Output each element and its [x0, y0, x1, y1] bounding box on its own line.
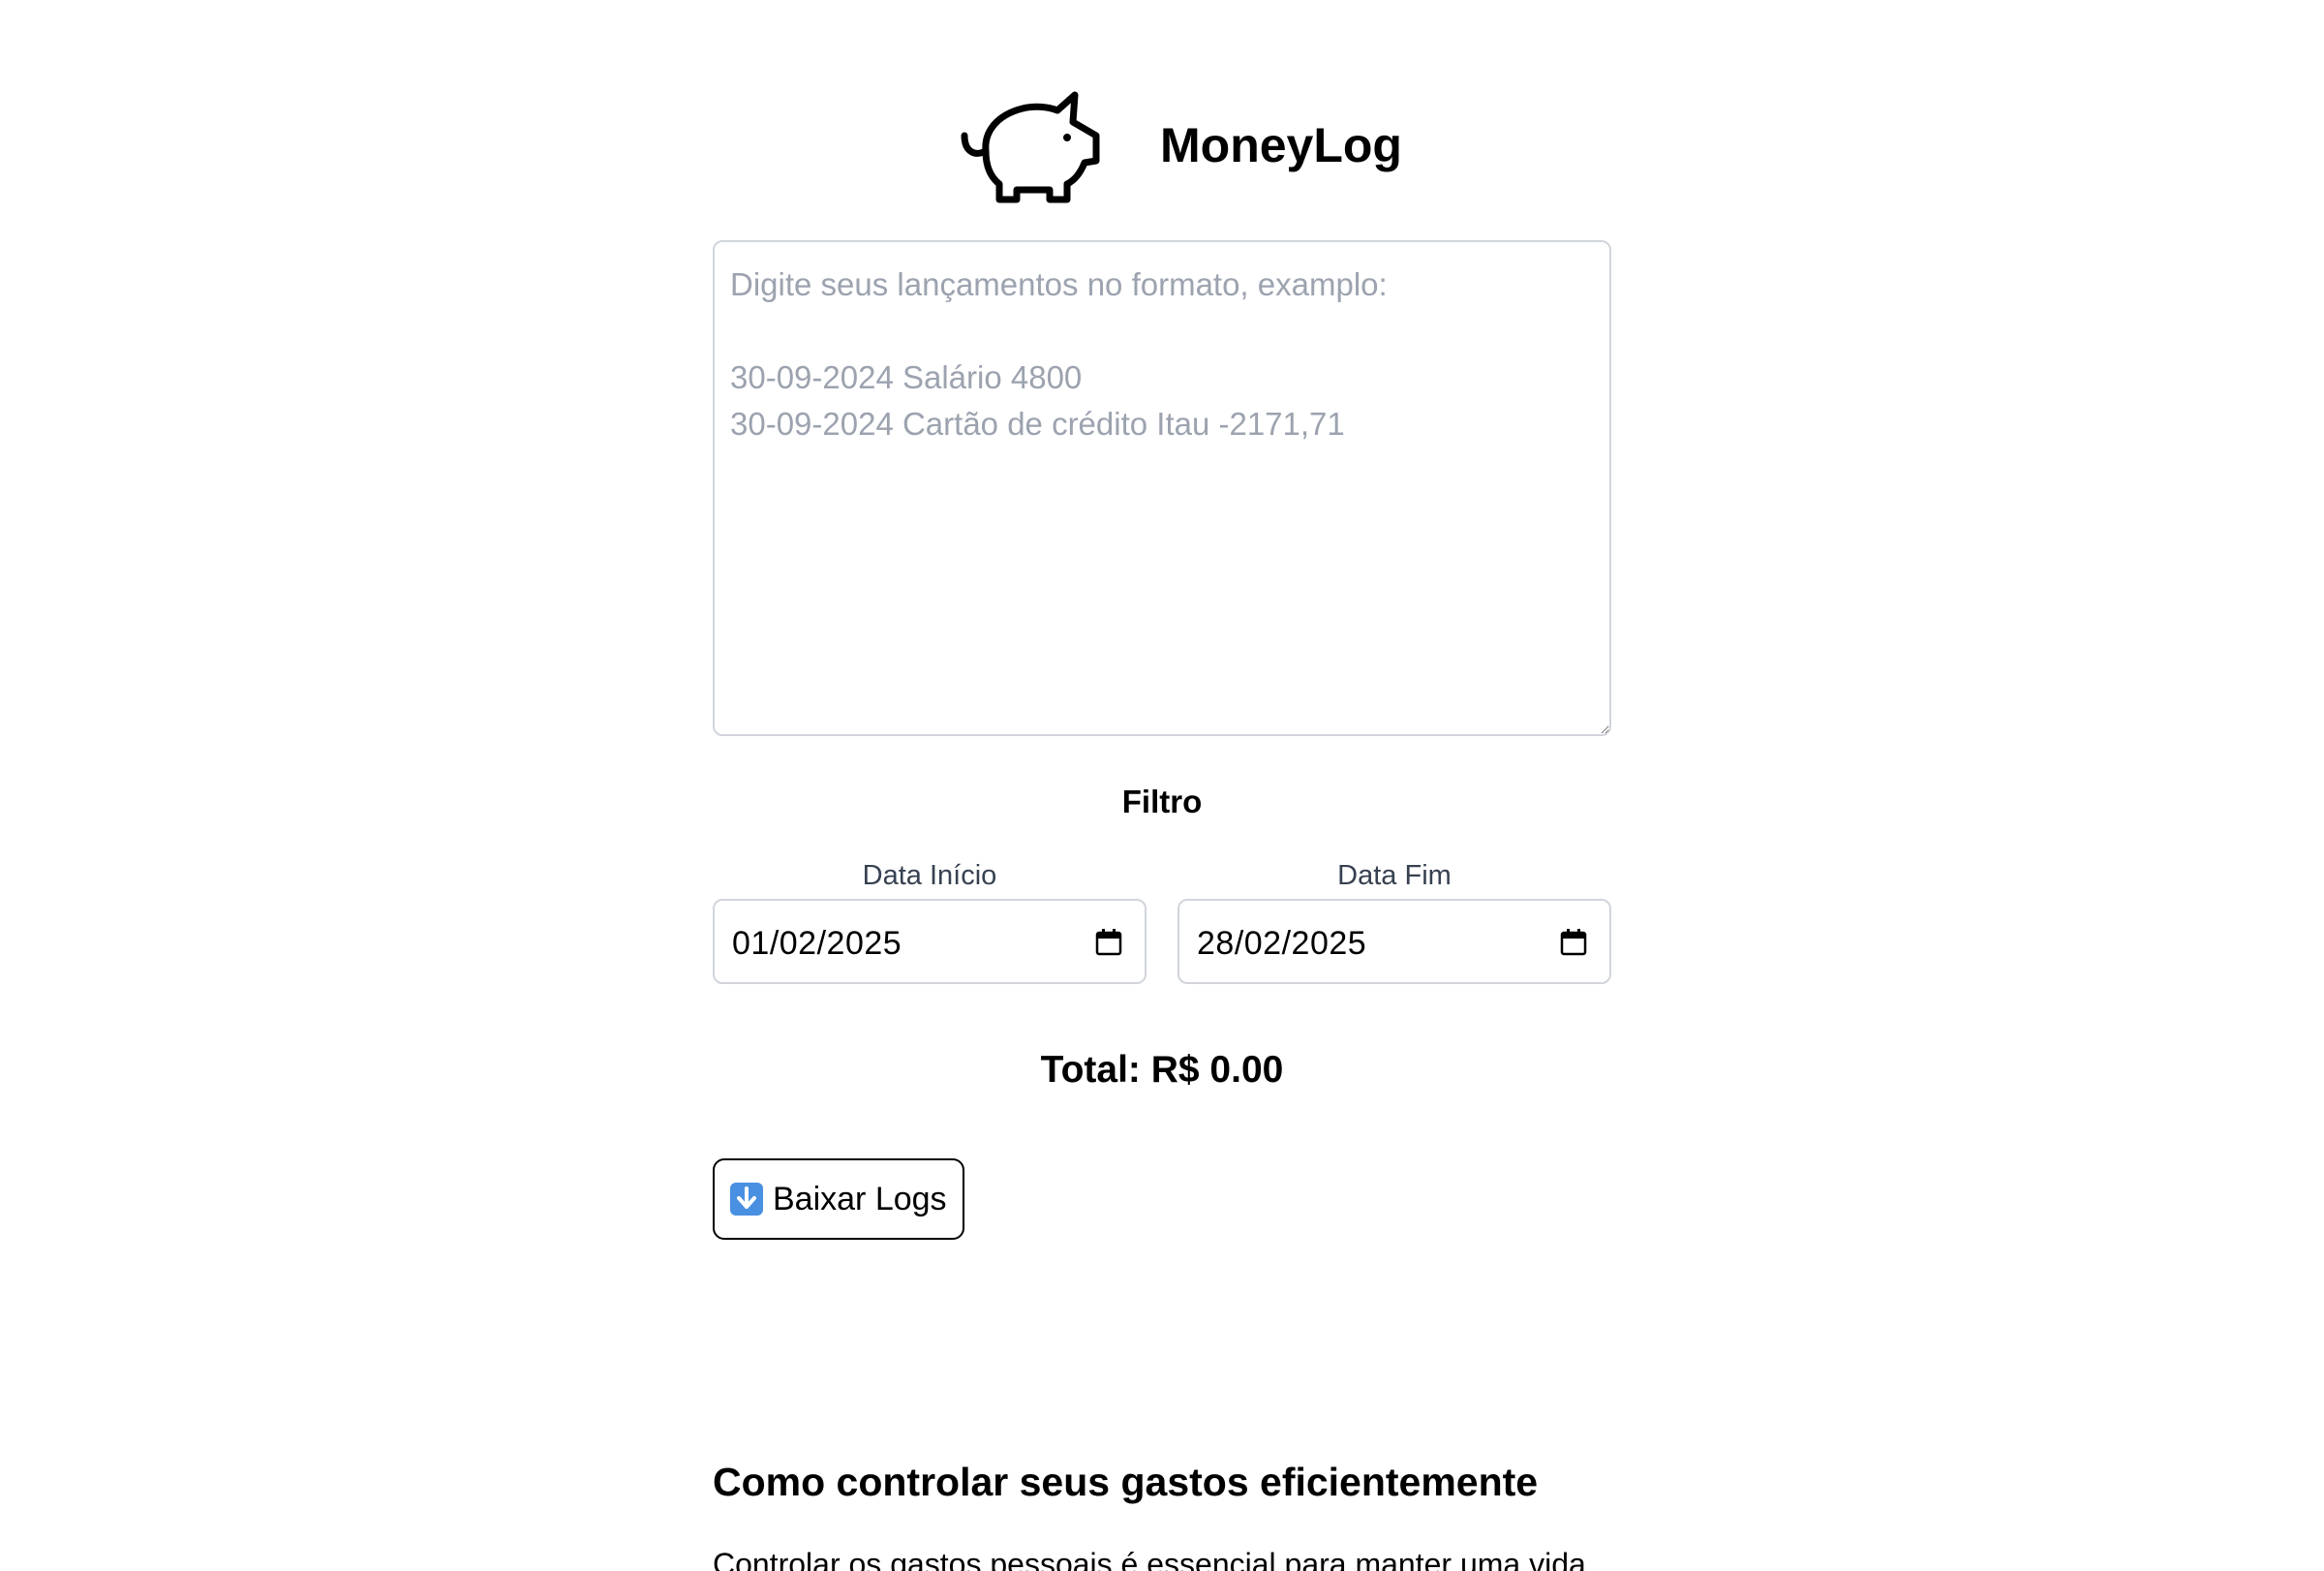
article-title: Como controlar seus gastos eficientement… — [713, 1460, 1539, 1504]
end-date-label: Data Fim — [1337, 860, 1452, 891]
page: MoneyLog Filtro Data Início 01/02/2025 D… — [0, 0, 2324, 1571]
end-date-input[interactable]: 28/02/2025 — [1177, 899, 1611, 984]
start-date-label: Data Início — [862, 860, 997, 891]
calendar-icon[interactable] — [1559, 928, 1588, 957]
piggy-bank-icon — [961, 91, 1100, 203]
end-date-group: Data Fim 28/02/2025 — [1177, 856, 1611, 984]
total-amount: Total: R$ 0.00 — [1040, 1049, 1284, 1091]
calendar-icon[interactable] — [1094, 928, 1123, 957]
entries-textarea[interactable] — [713, 240, 1611, 736]
end-date-value: 28/02/2025 — [1197, 925, 1367, 962]
filter-title: Filtro — [1121, 784, 1203, 819]
article-intro: Controlar os gastos pessoais é essencial… — [713, 1547, 1586, 1571]
start-date-input[interactable]: 01/02/2025 — [713, 899, 1147, 984]
start-date-group: Data Início 01/02/2025 — [713, 856, 1147, 984]
download-arrow-icon — [730, 1183, 763, 1216]
header: MoneyLog — [713, 87, 1611, 213]
download-logs-label: Baixar Logs — [773, 1180, 947, 1217]
app-title: MoneyLog — [1160, 118, 1402, 172]
start-date-value: 01/02/2025 — [732, 925, 902, 962]
download-logs-button[interactable]: Baixar Logs — [713, 1158, 964, 1240]
